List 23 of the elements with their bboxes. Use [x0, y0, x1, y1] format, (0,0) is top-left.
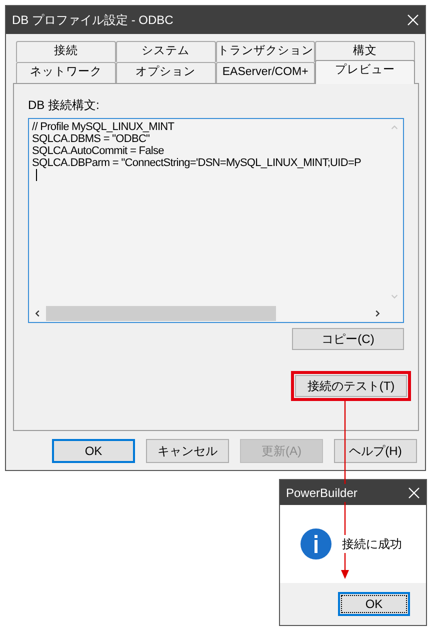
window-title: DB プロファイル設定 - ODBC: [12, 11, 174, 29]
tab[interactable]: ネットワーク: [16, 62, 116, 84]
code-editor[interactable]: // Profile MySQL_LINUX_MINT SQLCA.DBMS = "ODBC" SQLCA.AutoCommit = False SQLCA.DBParm = "ConnectString='DSN=MySQL_LINUX_MINT;UID=P: [28, 118, 404, 322]
code-line: SQLCA.DBParm = "ConnectString='DSN=MySQL_LINUX_MINT;UID=P: [32, 156, 362, 168]
tab[interactable]: プレビュー: [315, 60, 415, 84]
code-line: SQLCA.AutoCommit = False: [32, 144, 165, 156]
ok-button[interactable]: OK: [338, 592, 410, 616]
dialog-button[interactable]: ヘルプ(H): [334, 439, 417, 463]
window-title: PowerBuilder: [286, 484, 358, 502]
test-connection-button[interactable]: 接続のテスト(T): [295, 374, 407, 396]
tab[interactable]: システム: [116, 41, 216, 62]
copy-button[interactable]: コピー(C): [292, 328, 404, 350]
tab[interactable]: 構文: [315, 41, 415, 62]
code-line: // Profile MySQL_LINUX_MINT: [32, 120, 176, 132]
tab[interactable]: 接続: [16, 41, 116, 62]
code-line: SQLCA.DBMS = "ODBC": [32, 132, 151, 144]
tab[interactable]: EAServer/COM+: [216, 62, 316, 84]
dialog-button[interactable]: キャンセル: [146, 439, 229, 463]
tab[interactable]: トランザクション: [216, 41, 316, 62]
tab[interactable]: オプション: [116, 62, 216, 84]
message-text: 接続に成功: [342, 535, 402, 553]
field-label: DB 接続構文:: [28, 96, 100, 114]
dialog-button[interactable]: OK: [52, 439, 135, 463]
